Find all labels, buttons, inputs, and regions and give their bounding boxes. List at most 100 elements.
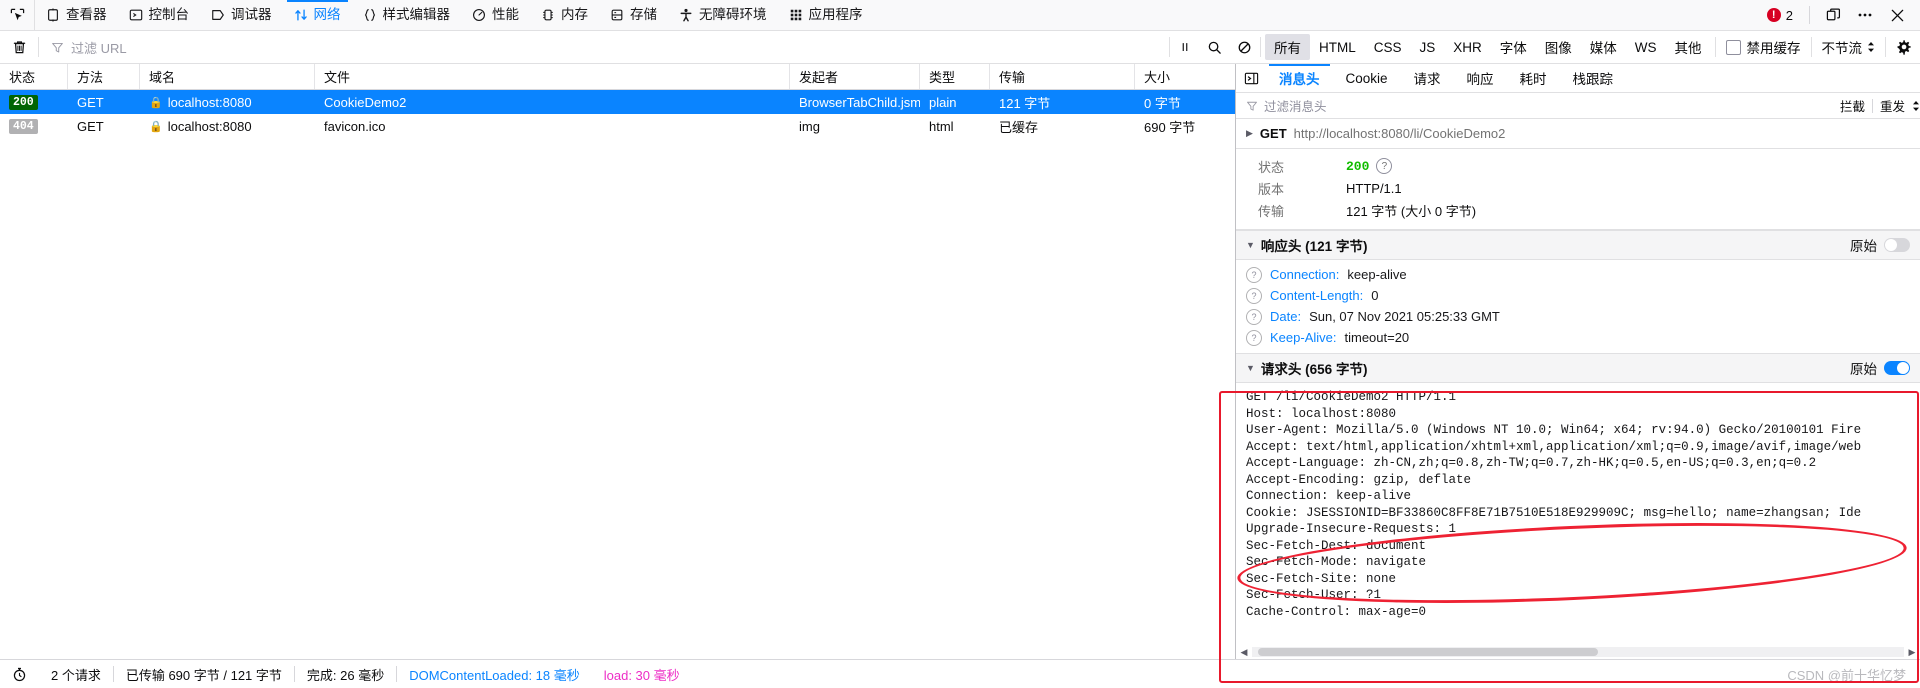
block-button[interactable]: 拦截 [1833, 96, 1872, 115]
clear-requests-button[interactable] [0, 39, 38, 55]
block-requests-button[interactable] [1230, 31, 1260, 63]
tab-stacktrace[interactable]: 栈跟踪 [1560, 64, 1627, 92]
filter-url-placeholder: 过滤 URL [71, 40, 127, 56]
request-headers-section-header[interactable]: ▼ 请求头 (656 字节) 原始 [1236, 353, 1920, 383]
scrollbar-track[interactable] [1252, 647, 1904, 657]
error-count-button[interactable]: ! 2 [1759, 8, 1801, 23]
tab-console[interactable]: 控制台 [118, 0, 201, 30]
cell-initiator: img [799, 118, 820, 134]
tab-cookies[interactable]: Cookie [1333, 64, 1401, 92]
scroll-left-arrow-icon[interactable]: ◀ [1236, 647, 1252, 658]
response-raw-toggle-wrap: 原始 [1850, 235, 1910, 255]
more-options-icon [1858, 13, 1872, 17]
network-settings-button[interactable] [1886, 31, 1920, 63]
help-icon[interactable]: ? [1246, 330, 1262, 346]
dock-layout-button[interactable] [1818, 1, 1848, 29]
column-header-file[interactable]: 文件 [315, 64, 790, 89]
devtools-window: 查看器 控制台 调试器 网络 样式编辑器 性能 内存 存储 无障碍环境 应用程序… [0, 0, 1920, 688]
close-devtools-button[interactable] [1882, 1, 1912, 29]
block-requests-icon [1239, 41, 1251, 53]
scrollbar-thumb[interactable] [1258, 648, 1598, 656]
header-name: Keep-Alive: [1270, 330, 1337, 345]
type-filter-css[interactable]: CSS [1365, 37, 1411, 58]
type-filter-html[interactable]: HTML [1310, 37, 1365, 58]
response-headers-section-header[interactable]: ▼ 响应头 (121 字节) 原始 [1236, 230, 1920, 260]
type-filter-all[interactable]: 所有 [1264, 34, 1310, 60]
tab-headers[interactable]: 消息头 [1266, 64, 1333, 92]
cell-size: 690 字节 [1144, 119, 1196, 135]
type-filter-other[interactable]: 其他 [1666, 34, 1711, 60]
resend-button[interactable]: 重发 [1873, 96, 1912, 115]
toggle-knob [1897, 362, 1909, 374]
help-icon[interactable]: ? [1246, 309, 1262, 325]
column-header-method[interactable]: 方法 [68, 64, 140, 89]
tab-memory[interactable]: 内存 [530, 0, 599, 30]
cell-initiator: BrowserTabChild.jsm:... [799, 94, 920, 110]
network-toolbar: 过滤 URL 所有 HTML CSS JS XHR 字体 图像 媒体 WS 其他… [0, 31, 1920, 64]
requests-table-body: 200 GET 🔒 localhost:8080 CookieDemo2 Bro… [0, 90, 1235, 659]
help-icon[interactable]: ? [1376, 158, 1393, 174]
type-filter-ws[interactable]: WS [1626, 37, 1666, 58]
tab-performance[interactable]: 性能 [461, 0, 530, 30]
memory-icon [543, 9, 553, 21]
tab-application[interactable]: 应用程序 [778, 0, 874, 30]
details-scroll-area: ▶ GET http://localhost:8080/li/CookieDem… [1236, 119, 1920, 659]
tab-request[interactable]: 请求 [1401, 64, 1454, 92]
column-header-domain[interactable]: 域名 [140, 64, 315, 89]
summary-row-status: 状态 200 ? [1236, 155, 1920, 177]
tab-timings[interactable]: 耗时 [1507, 64, 1560, 92]
close-icon [1891, 9, 1903, 21]
trash-icon [13, 41, 25, 54]
filter-url-input[interactable]: 过滤 URL [39, 38, 1169, 57]
column-header-initiator[interactable]: 发起者 [790, 64, 920, 89]
type-filter-image[interactable]: 图像 [1536, 34, 1581, 60]
updown-chevron-icon[interactable] [1912, 100, 1920, 112]
request-raw-label: 原始 [1850, 362, 1877, 377]
panel-toggle-button[interactable] [1236, 64, 1266, 92]
header-value: 0 [1371, 288, 1379, 303]
requests-table-header: 状态 方法 域名 文件 发起者 类型 传输 大小 [0, 64, 1235, 90]
tool-tab-list: 查看器 控制台 调试器 网络 样式编辑器 性能 内存 存储 无障碍环境 应用程序 [35, 0, 1759, 30]
element-picker-button[interactable] [0, 0, 35, 30]
toolbar-right-controls: ! 2 [1759, 0, 1920, 30]
type-filter-font[interactable]: 字体 [1491, 34, 1536, 60]
headers-filter-input[interactable]: 过滤消息头 [1264, 96, 1327, 115]
tab-response[interactable]: 响应 [1454, 64, 1507, 92]
search-icon [1209, 41, 1222, 54]
search-button[interactable] [1200, 31, 1230, 63]
tab-accessibility[interactable]: 无障碍环境 [668, 0, 778, 30]
chevron-right-icon[interactable]: ▶ [1246, 128, 1253, 139]
cell-status: 404 [0, 118, 68, 134]
throttle-select[interactable]: 不节流 [1812, 37, 1886, 57]
response-raw-toggle[interactable] [1884, 238, 1910, 252]
column-header-status[interactable]: 状态 [0, 64, 68, 89]
status-clock[interactable] [0, 667, 39, 682]
tab-style-editor[interactable]: 样式编辑器 [352, 0, 462, 30]
type-filter-media[interactable]: 媒体 [1581, 34, 1626, 60]
help-icon[interactable]: ? [1246, 267, 1262, 283]
request-headers-title: 请求头 (656 字节) [1260, 362, 1368, 377]
type-filter-group: 所有 HTML CSS JS XHR 字体 图像 媒体 WS 其他 [1261, 34, 1715, 60]
pause-recording-button[interactable] [1170, 31, 1200, 63]
request-raw-toggle[interactable] [1884, 361, 1910, 375]
disable-cache-checkbox[interactable]: 禁用缓存 [1716, 37, 1811, 57]
more-options-button[interactable] [1850, 1, 1880, 29]
tab-storage[interactable]: 存储 [599, 0, 668, 30]
table-row[interactable]: 404 GET 🔒 localhost:8080 favicon.ico img… [0, 114, 1235, 138]
column-header-type[interactable]: 类型 [920, 64, 990, 89]
column-header-transfer[interactable]: 传输 [990, 64, 1135, 89]
details-horizontal-scrollbar[interactable]: ◀ ▶ [1236, 645, 1920, 659]
cell-status: 200 [0, 94, 68, 110]
column-header-size[interactable]: 大小 [1135, 64, 1235, 89]
status-domcontentloaded: DOMContentLoaded: 18 毫秒 [409, 667, 580, 683]
help-icon[interactable]: ? [1246, 288, 1262, 304]
tab-network[interactable]: 网络 [283, 0, 352, 30]
type-filter-xhr[interactable]: XHR [1444, 37, 1491, 58]
request-url-row[interactable]: ▶ GET http://localhost:8080/li/CookieDem… [1236, 119, 1920, 149]
tab-debugger[interactable]: 调试器 [200, 0, 283, 30]
details-tab-list: 消息头 Cookie 请求 响应 耗时 栈跟踪 [1236, 64, 1920, 93]
scroll-right-arrow-icon[interactable]: ▶ [1904, 647, 1920, 658]
tab-inspector[interactable]: 查看器 [35, 0, 118, 30]
type-filter-js[interactable]: JS [1410, 37, 1444, 58]
table-row[interactable]: 200 GET 🔒 localhost:8080 CookieDemo2 Bro… [0, 90, 1235, 114]
